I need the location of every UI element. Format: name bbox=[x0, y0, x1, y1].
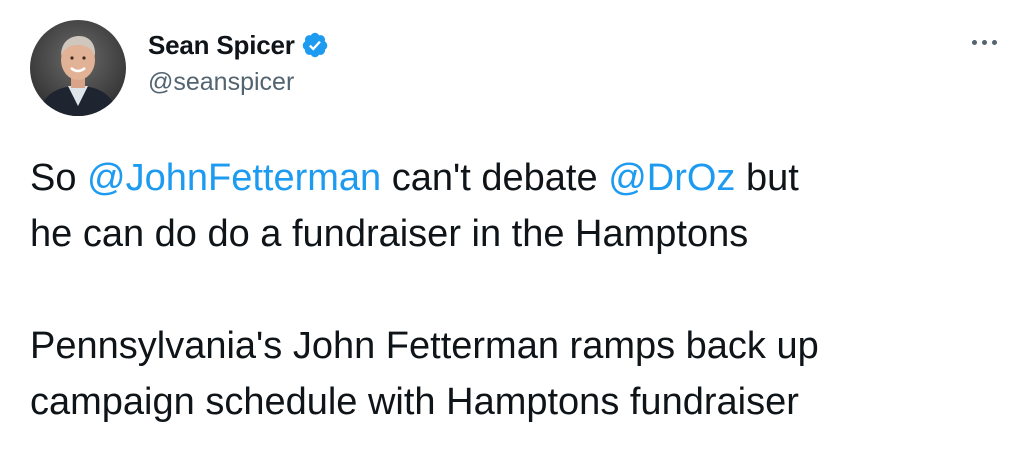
mention-link[interactable]: @JohnFetterman bbox=[87, 157, 381, 199]
avatar[interactable] bbox=[30, 20, 126, 116]
tweet-text: So @JohnFetterman can't debate @DrOz but… bbox=[30, 150, 1010, 430]
tweet-paragraph: So @JohnFetterman can't debate @DrOz but… bbox=[30, 150, 1010, 262]
tweet-card: Sean Spicer @seanspicer So @JohnFetterma… bbox=[0, 0, 1030, 450]
verified-badge-icon bbox=[301, 31, 329, 59]
dot bbox=[971, 39, 977, 45]
dot bbox=[991, 39, 997, 45]
author-handle[interactable]: @seanspicer bbox=[148, 68, 329, 97]
mention-link[interactable]: @DrOz bbox=[608, 157, 735, 199]
name-row: Sean Spicer bbox=[148, 28, 329, 62]
headline-line: Pennsylvania's John Fetterman ramps back… bbox=[30, 325, 819, 367]
tweet-header: Sean Spicer @seanspicer bbox=[148, 28, 329, 97]
tweet-text-fragment: can't debate bbox=[381, 157, 609, 199]
headline-paragraph: Pennsylvania's John Fetterman ramps back… bbox=[30, 318, 1010, 430]
author-display-name[interactable]: Sean Spicer bbox=[148, 30, 295, 61]
profile-photo bbox=[30, 20, 126, 116]
dot bbox=[981, 39, 987, 45]
tweet-text-line: he can do do a fundraiser in the Hampton… bbox=[30, 213, 749, 255]
tweet-text-fragment: So bbox=[30, 157, 88, 199]
tweet-text-fragment: but bbox=[735, 157, 799, 199]
headline-line: campaign schedule with Hamptons fundrais… bbox=[30, 381, 799, 423]
more-options-icon[interactable] bbox=[964, 30, 1004, 54]
